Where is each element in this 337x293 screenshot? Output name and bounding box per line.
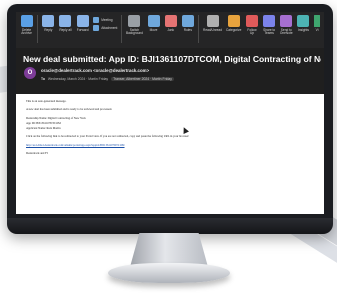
body-paragraph: A new deal has been submitted and is rea… (26, 107, 113, 112)
message-header: New deal submitted: App ID: BJI1361107DT… (16, 48, 324, 94)
viva-label: Vi (315, 28, 319, 32)
rules-label: Rules (183, 28, 192, 32)
delete-archive-button[interactable]: Delete Archive (20, 15, 33, 36)
follow-up-button[interactable]: Follow Up (245, 15, 258, 36)
read-unread-label: Read/Unread (203, 28, 222, 32)
forward-label: Forward (76, 28, 89, 32)
categorize-button[interactable]: Categorize (226, 15, 241, 32)
rules-icon (181, 15, 194, 27)
attachment-label: Attachment (101, 26, 118, 30)
sent-date: Wednesday, March 2024 · Martin Friday (47, 77, 109, 81)
dealership-name: Dealership Name: Digital Contracting of … (26, 115, 86, 120)
insights-label: Insights (297, 28, 309, 32)
move-button[interactable]: Move (147, 15, 160, 32)
reply-all-button[interactable]: Reply all (59, 15, 72, 32)
attachment-button[interactable]: Attachment (93, 25, 117, 31)
portal-link-line: http://us1.dms1.dealertrack.com/omsms/po… (26, 143, 314, 148)
move-icon (147, 15, 160, 27)
applicant-name: Applicant Name: Ruiz Martin (26, 125, 61, 130)
portal-link[interactable]: http://us1.dms1.dealertrack.com/omsms/po… (26, 143, 125, 147)
share-to-teams-button[interactable]: Share to Teams (263, 15, 276, 36)
teams-icon (263, 15, 276, 27)
monitor-screen: Delete Archive Reply Reply all Forward M… (16, 12, 324, 214)
attachment-icon (93, 25, 100, 31)
body-intro: This is an auto-generated message. (26, 99, 67, 103)
insights-button[interactable]: Insights (297, 15, 310, 32)
trash-icon (20, 15, 33, 27)
junk-label: Junk (167, 28, 175, 32)
forward-button[interactable]: Forward (76, 15, 89, 32)
send-to-onenote-label: Send to OneNote (279, 28, 293, 36)
switch-background-button[interactable]: Switch Background (126, 15, 143, 36)
reply-button[interactable]: Reply (42, 15, 55, 32)
send-to-onenote-button[interactable]: Send to OneNote (280, 15, 293, 36)
toolbar-small-stack: Meeting Attachment (93, 15, 117, 31)
recipient-chip[interactable]: Transer, Albertiner 2024 · Martin Friday (111, 77, 174, 81)
toolbar-separator (121, 15, 122, 43)
flag-icon (245, 15, 258, 27)
message-body: This is an auto-generated message. A new… (16, 94, 324, 214)
read-unread-icon (206, 15, 219, 27)
monitor-stand-neck (130, 233, 208, 267)
body-instruction: Click on the following link to be redire… (26, 134, 190, 139)
reply-icon (42, 15, 55, 27)
read-unread-button[interactable]: Read/Unread (203, 15, 222, 32)
rules-button[interactable]: Rules (181, 15, 194, 32)
junk-button[interactable]: Junk (164, 15, 177, 32)
sender-address[interactable]: oracle@dealertrack.com <oracle@dealertra… (41, 68, 149, 73)
reply-all-label: Reply all (59, 28, 72, 32)
move-label: Move (149, 28, 158, 32)
delete-archive-label: Delete Archive (21, 28, 32, 36)
categorize-icon (227, 15, 240, 27)
toolbar-separator (37, 15, 38, 43)
toolbar-separator (198, 15, 200, 43)
message-subject: New deal submitted: App ID: BJI1361107DT… (23, 54, 321, 64)
viva-icon (314, 15, 321, 27)
to-label: To (41, 77, 45, 81)
junk-icon (164, 15, 177, 27)
recipients-line: To Wednesday, March 2024 · Martin Friday… (41, 77, 174, 81)
categorize-label: Categorize (225, 28, 242, 32)
ribbon-toolbar: Delete Archive Reply Reply all Forward M… (16, 12, 324, 48)
onenote-icon (280, 15, 293, 27)
body-signoff: Dealertrack and FI (26, 150, 48, 155)
viva-button[interactable]: Vi (314, 15, 321, 32)
insights-icon (297, 15, 310, 27)
calendar-icon (93, 17, 100, 23)
background-icon (128, 15, 141, 27)
reply-all-icon (59, 15, 72, 27)
monitor-frame: Delete Archive Reply Reply all Forward M… (7, 4, 333, 232)
follow-up-label: Follow Up (247, 28, 257, 36)
avatar[interactable]: O (24, 67, 36, 79)
switch-background-label: Switch Background (125, 28, 143, 36)
monitor-chin (7, 218, 333, 234)
meeting-label: Meeting (101, 18, 113, 22)
forward-icon (76, 15, 89, 27)
reply-label: Reply (44, 28, 53, 32)
meeting-button[interactable]: Meeting (93, 17, 117, 23)
monitor-stand-base (108, 263, 230, 283)
share-to-teams-label: Share to Teams (263, 28, 276, 36)
app-id: App ID: BJI1361107DTCOM (26, 120, 61, 125)
